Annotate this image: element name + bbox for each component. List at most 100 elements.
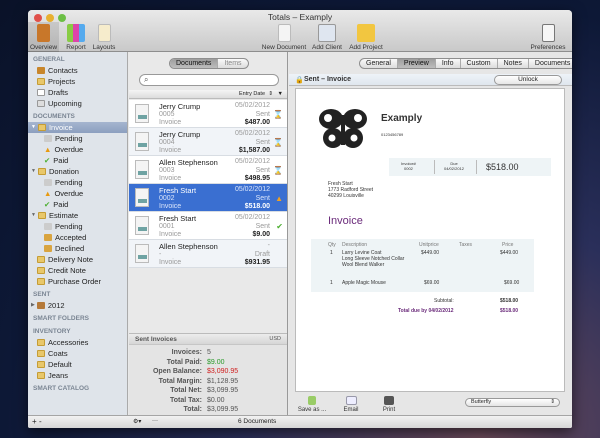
document-row[interactable]: Fresh Start 0001 Invoice 05/02/2012 Sent… [129,212,287,240]
disclosure-open-icon[interactable]: ▼ [31,122,36,133]
add-client-button[interactable]: Add Client [310,24,344,51]
sidebar-item-invoice-pending[interactable]: Pending [28,133,127,144]
sidebar-item-estimate-declined[interactable]: Declined [28,243,127,254]
document-number: - [159,251,162,258]
delete-button[interactable]: — [152,418,158,424]
label: Delivery Note [48,255,94,264]
document-amount: $498.95 [244,175,270,182]
sidebar-item-contacts[interactable]: Contacts [28,65,127,76]
archive-icon [36,302,45,309]
subtotal-value: $518.00 [500,298,519,304]
line: Wool Blend Walker [342,262,385,268]
document-row[interactable]: Allen Stephenson 0003 Invoice 05/02/2012… [129,156,287,184]
tab-custom[interactable]: Custom [461,59,498,68]
subtotal-label: Subtotal: [434,298,454,304]
add-project-button[interactable]: Add Project [347,24,385,51]
disclosure-open-icon[interactable]: ▼ [31,166,36,177]
sidebar-item-purchase-order[interactable]: Purchase Order [28,276,127,287]
sidebar-item-default[interactable]: Default [28,359,127,370]
layouts-button[interactable]: Layouts [91,24,117,51]
sidebar-item-donation-overdue[interactable]: ▲ Overdue [28,188,127,199]
sort-label[interactable]: Entry Date [239,91,265,97]
add-button[interactable]: + [32,417,37,426]
overview-button[interactable]: Overview [28,22,59,52]
sidebar-item-projects[interactable]: Projects [28,76,127,87]
document-date: - [267,242,270,249]
document-row[interactable]: Jerry Crump 0005 Invoice 05/02/2012 Sent… [129,100,287,128]
sidebar-item-estimate[interactable]: ▼ Estimate [28,210,127,221]
filter-dropdown-icon[interactable]: ▼ [278,91,283,97]
check-icon: ✔ [276,222,283,231]
email-button[interactable]: Email [341,396,361,413]
label: Invoice [48,123,73,132]
tab-info[interactable]: Info [436,59,461,68]
sort-header[interactable]: Entry Date ⇕ ▼ [129,90,287,99]
tab-general[interactable]: General [360,59,398,68]
sidebar-item-donation-paid[interactable]: ✔ Paid [28,199,127,210]
tab-notes[interactable]: Notes [498,59,529,68]
col-description: Description [342,242,368,248]
status-bar: 🔒 Sent – Invoice Unlock [289,74,572,86]
tab-documents[interactable]: Documents [170,59,219,68]
sidebar-item-donation-pending[interactable]: Pending [28,177,127,188]
sidebar: GENERAL Contacts Projects Drafts Upcomin… [28,52,128,415]
search-input[interactable]: ⌕ [139,74,279,86]
sidebar-item-upcoming[interactable]: Upcoming [28,98,127,109]
stat-value: $3,099.95 [207,387,239,394]
disclosure-open-icon[interactable]: ▼ [31,210,36,221]
sidebar-item-invoice[interactable]: ▼ Invoice [28,122,127,133]
new-document-icon [277,24,291,42]
sidebar-item-jeans[interactable]: Jeans [28,370,127,381]
disclosure-closed-icon[interactable]: ▶ [31,300,35,311]
label: Pending [55,178,83,187]
tab-preview[interactable]: Preview [397,59,436,68]
document-type: Invoice [159,231,182,238]
layout-value: Butterfly [471,399,492,405]
sidebar-item-delivery-note[interactable]: Delivery Note [28,254,127,265]
search-field[interactable] [154,76,274,84]
preferences-icon [541,24,555,42]
label: Jeans [48,371,69,380]
document-date: 05/02/2012 [234,158,270,165]
sidebar-item-estimate-pending[interactable]: Pending [28,221,127,232]
sidebar-item-2012[interactable]: ▶ 2012 [28,300,127,311]
document-type: Invoice [159,259,182,266]
print-button[interactable]: Print [379,396,399,413]
document-row[interactable]: Allen Stephenson - Invoice - Draft $931.… [129,240,287,268]
summary-panel: Sent Invoices USD Invoices: 5 Total Paid: $… [129,333,287,415]
save-as-button[interactable]: Save as ... [297,396,327,413]
upcoming-icon [37,100,45,107]
hourglass-icon: ⌛ [273,138,283,147]
drafts-icon [37,89,45,96]
tab-items[interactable]: Items [218,59,247,68]
currency-select[interactable]: USD [269,336,281,342]
sidebar-item-coats[interactable]: Coats [28,348,127,359]
preferences-button[interactable]: Preferences [528,24,568,51]
save-icon [308,396,316,405]
report-button[interactable]: Report [64,24,88,51]
tab-documents[interactable]: Documents [529,59,572,68]
sidebar-item-drafts[interactable]: Drafts [28,87,127,98]
unlock-button[interactable]: Unlock [494,75,562,85]
sidebar-item-invoice-paid[interactable]: ✔ Paid [28,155,127,166]
sidebar-item-estimate-accepted[interactable]: Accepted [28,232,127,243]
layout-select[interactable]: Butterfly ⇕ [465,398,560,407]
check-icon: ✔ [44,156,51,165]
folder-icon [37,339,45,346]
action-menu-button[interactable]: ⚙▾ [133,418,141,425]
document-number: 0004 [159,139,175,146]
detail-tabs: General Preview Info Custom Notes Documents [359,58,572,69]
add-folder-icon [357,24,375,42]
document-status: Sent [255,111,270,118]
sidebar-item-donation[interactable]: ▼ Donation [28,166,127,177]
document-row[interactable]: Fresh Start 0002 Invoice 05/02/2012 Sent… [129,184,287,212]
sidebar-item-invoice-overdue[interactable]: ▲ Overdue [28,144,127,155]
stat-label: Total Net: [170,387,202,394]
sidebar-item-credit-note[interactable]: Credit Note [28,265,127,276]
remove-button[interactable]: - [39,417,42,426]
sidebar-item-accessories[interactable]: Accessories [28,337,127,348]
item-unitprice: $69.00 [424,280,440,286]
document-row[interactable]: Jerry Crump 0004 Invoice 05/02/2012 Sent… [129,128,287,156]
new-document-button[interactable]: New Document [260,24,308,51]
stat-value: $9.00 [207,358,225,366]
